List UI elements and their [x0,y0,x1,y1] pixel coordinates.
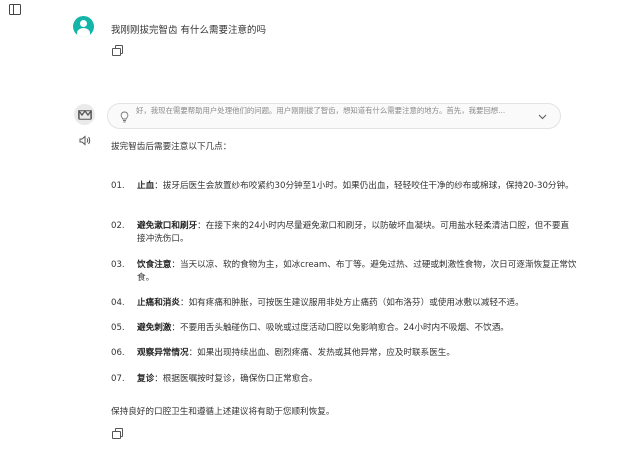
list-item-number: 03. [111,260,125,270]
list-item-text: ：根据医嘱按时复诊，确保伤口正常愈合。 [154,374,318,384]
user-message: 我刚刚拔完智齿 有什么需要注意的吗 [111,25,267,36]
list-item-title: 避免刺激 [137,323,172,333]
list-item-text: ：当天以凉、软的食物为主，如冰cream、布丁等。避免过热、过硬或刺激性食物，次… [137,260,577,283]
list-item-title: 止血 [137,181,155,191]
list-item-number: 02. [111,221,125,231]
copy-user-message-icon[interactable] [112,45,123,56]
list-item-number: 04. [111,298,125,308]
bot-avatar [74,104,95,125]
list-item-number: 05. [111,323,125,333]
list-item-title: 避免漱口和刷牙 [137,221,198,231]
list-item-title: 观察异常情况 [137,348,189,358]
answer-intro: 拔完智齿后需要注意以下几点： [111,142,232,152]
reasoning-text: 好，我现在需要帮助用户处理他们的问题。用户刚刚拔了智齿，想知道有什么需要注意的地… [136,106,506,115]
list-item-text: ：在接下来的24小时内尽量避免漱口和刷牙，以防破坏血凝块。可用盐水轻柔清洁口腔，… [137,221,570,244]
list-item-text: ：如果出现持续出血、剧烈疼痛、发热或其他异常，应及时联系医生。 [188,348,455,358]
bot-logo-icon [77,109,92,120]
copy-answer-icon[interactable] [112,428,123,439]
speaker-icon[interactable] [79,135,91,146]
list-item-number: 01. [111,181,125,191]
sidebar-toggle-icon[interactable] [9,4,21,15]
list-item-text: ：不要用舌头触碰伤口、吸吮或过度活动口腔以免影响愈合。24小时内不吸烟、不饮酒。 [171,323,509,333]
list-item-text: ：拔牙后医生会放置纱布咬紧约30分钟至1小时。如果仍出血，轻轻咬住干净的纱布或棉… [154,181,574,191]
list-item-number: 07. [111,374,125,384]
reasoning-panel[interactable]: 好，我现在需要帮助用户处理他们的问题。用户刚刚拔了智齿，想知道有什么需要注意的地… [107,103,561,129]
user-message-row [73,16,94,37]
list-item-title: 饮食注意 [137,260,172,270]
list-item-title: 止痛和消炎 [137,298,180,308]
list-item-text: ：如有疼痛和肿胀，可按医生建议服用非处方止痛药（如布洛芬）或使用冰敷以减轻不适。 [179,298,524,308]
user-avatar-icon [73,16,94,37]
answer-outro: 保持良好的口腔卫生和遵循上述建议将有助于您顺利恢复。 [111,407,335,417]
chevron-down-icon[interactable] [538,114,547,120]
list-item-number: 06. [111,348,125,358]
lightbulb-icon [120,111,129,123]
list-item-title: 复诊 [137,374,155,384]
